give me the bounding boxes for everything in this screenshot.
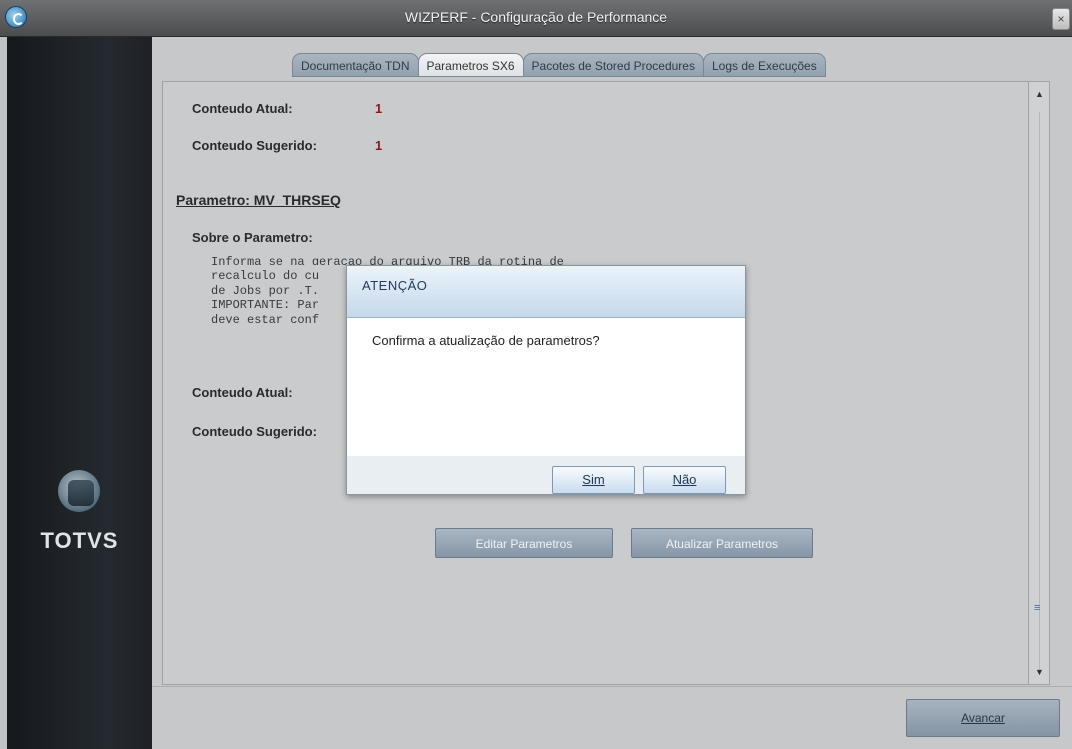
yes-button[interactable]: Sim <box>552 466 635 494</box>
advance-button-label: Avancar <box>961 711 1005 725</box>
advance-button[interactable]: Avancar <box>906 699 1060 737</box>
window-title: WIZPERF - Configuração de Performance <box>404 9 668 25</box>
update-parameters-button[interactable]: Atualizar Parametros <box>631 528 813 558</box>
dialog-title: ATENÇÃO <box>362 278 428 293</box>
brand-panel: TOTVS <box>7 37 152 749</box>
confirmation-dialog: ATENÇÃO Confirma a atualização de parame… <box>346 265 746 495</box>
edit-parameters-button[interactable]: Editar Parametros <box>435 528 613 558</box>
description-line-3: de Jobs por .T. <box>211 283 320 298</box>
dialog-message: Confirma a atualização de parametros? <box>372 333 600 348</box>
param-current-value-label: Conteudo Atual: <box>192 385 293 400</box>
tab-parametros-sx6[interactable]: Parametros SX6 <box>417 53 524 77</box>
tab-bar: Documentação TDN Parametros SX6 Pacotes … <box>292 53 826 77</box>
suggested-value: 1 <box>375 138 383 153</box>
current-value: 1 <box>375 101 383 116</box>
scroll-grip-icon[interactable]: ≡ <box>1034 602 1040 614</box>
close-button[interactable]: × <box>1052 8 1070 30</box>
title-bar: WIZPERF - Configuração de Performance × <box>0 0 1072 37</box>
about-parameter-label: Sobre o Parametro: <box>192 230 313 245</box>
vertical-scrollbar[interactable]: ▲ ≡ ▼ <box>1028 81 1050 685</box>
window-frame-left <box>0 37 7 749</box>
parameter-title: Parametro: MV_THRSEQ <box>176 192 341 208</box>
description-line-4: IMPORTANTE: Par <box>211 298 320 312</box>
tab-logs-execucoes[interactable]: Logs de Execuções <box>702 53 826 77</box>
tab-documentacao-tdn[interactable]: Documentação TDN <box>292 53 419 77</box>
suggested-value-label: Conteudo Sugerido: <box>192 138 317 153</box>
scroll-up-icon[interactable]: ▲ <box>1035 89 1044 99</box>
description-line-2: recalculo do cu <box>211 269 320 283</box>
totvs-logo-icon <box>54 470 104 520</box>
current-value-label: Conteudo Atual: <box>192 101 293 116</box>
scroll-down-icon[interactable]: ▼ <box>1035 667 1044 677</box>
description-line-1: Informa se na geracao do arquivo TRB da … <box>211 255 564 265</box>
description-line-5: deve estar conf <box>211 312 320 327</box>
param-suggested-value-label: Conteudo Sugerido: <box>192 424 317 439</box>
yes-button-label: Sim <box>582 472 605 487</box>
tab-pacotes-stored-procedures[interactable]: Pacotes de Stored Procedures <box>522 53 704 77</box>
no-button[interactable]: Não <box>643 466 726 494</box>
no-button-label: Não <box>672 472 697 487</box>
brand-logo-text: TOTVS <box>40 528 119 553</box>
